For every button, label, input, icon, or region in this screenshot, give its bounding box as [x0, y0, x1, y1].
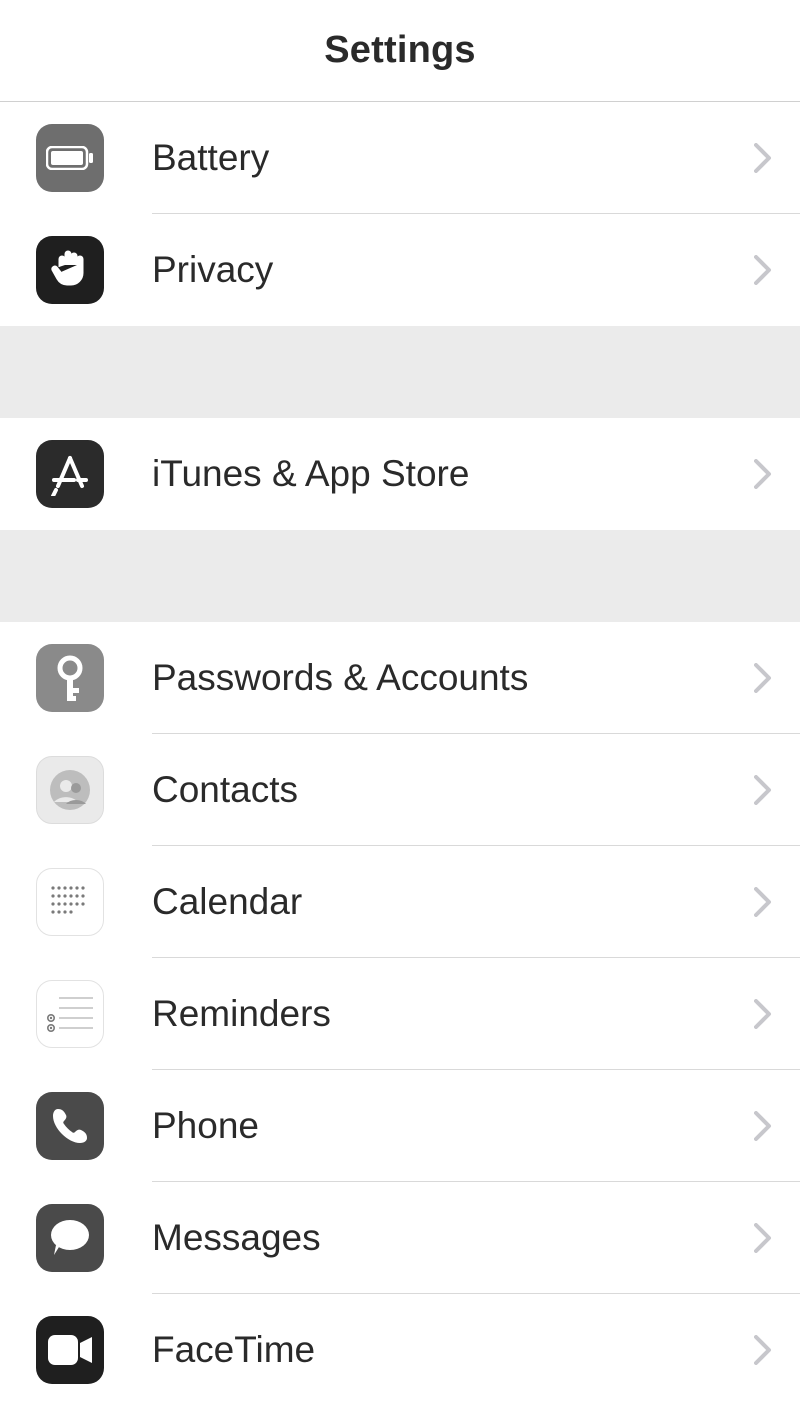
chevron-right-icon — [754, 663, 772, 693]
settings-row-itunes-appstore[interactable]: iTunes & App Store — [0, 418, 800, 530]
chevron-right-icon — [754, 1223, 772, 1253]
row-label: Messages — [152, 1217, 321, 1259]
settings-row-contacts[interactable]: Contacts — [0, 734, 800, 846]
row-label: Calendar — [152, 881, 302, 923]
contacts-icon — [36, 756, 104, 824]
chevron-right-icon — [754, 143, 772, 173]
row-content: Privacy — [152, 214, 800, 326]
header: Settings — [0, 0, 800, 102]
row-label: FaceTime — [152, 1329, 315, 1371]
settings-row-calendar[interactable]: Calendar — [0, 846, 800, 958]
row-label: Phone — [152, 1105, 259, 1147]
chevron-right-icon — [754, 999, 772, 1029]
chevron-right-icon — [754, 887, 772, 917]
row-label: Contacts — [152, 769, 298, 811]
settings-row-facetime[interactable]: FaceTime — [0, 1294, 800, 1406]
battery-icon — [36, 124, 104, 192]
chevron-right-icon — [754, 255, 772, 285]
section-gap — [0, 326, 800, 418]
row-label: iTunes & App Store — [152, 453, 469, 495]
phone-icon — [36, 1092, 104, 1160]
row-content: Messages — [152, 1182, 800, 1294]
settings-row-phone[interactable]: Phone — [0, 1070, 800, 1182]
section-gap — [0, 530, 800, 622]
settings-row-privacy[interactable]: Privacy — [0, 214, 800, 326]
chevron-right-icon — [754, 459, 772, 489]
row-label: Battery — [152, 137, 269, 179]
reminders-icon — [36, 980, 104, 1048]
facetime-icon — [36, 1316, 104, 1384]
key-icon — [36, 644, 104, 712]
row-content: Contacts — [152, 734, 800, 846]
settings-row-battery[interactable]: Battery — [0, 102, 800, 214]
chevron-right-icon — [754, 775, 772, 805]
settings-group-3: Passwords & Accounts Contacts Calendar R… — [0, 622, 800, 1406]
row-label: Passwords & Accounts — [152, 657, 528, 699]
row-content: Phone — [152, 1070, 800, 1182]
settings-group-1: Battery Privacy — [0, 102, 800, 326]
calendar-icon — [36, 868, 104, 936]
page-title: Settings — [324, 29, 476, 72]
settings-row-reminders[interactable]: Reminders — [0, 958, 800, 1070]
settings-row-messages[interactable]: Messages — [0, 1182, 800, 1294]
settings-group-2: iTunes & App Store — [0, 418, 800, 530]
row-content: Passwords & Accounts — [152, 622, 800, 734]
appstore-icon — [36, 440, 104, 508]
row-content: iTunes & App Store — [152, 418, 800, 530]
row-content: Calendar — [152, 846, 800, 958]
chevron-right-icon — [754, 1111, 772, 1141]
row-label: Reminders — [152, 993, 331, 1035]
messages-icon — [36, 1204, 104, 1272]
hand-icon — [36, 236, 104, 304]
row-content: FaceTime — [152, 1294, 800, 1406]
row-label: Privacy — [152, 249, 273, 291]
settings-row-passwords[interactable]: Passwords & Accounts — [0, 622, 800, 734]
row-content: Battery — [152, 102, 800, 214]
row-content: Reminders — [152, 958, 800, 1070]
